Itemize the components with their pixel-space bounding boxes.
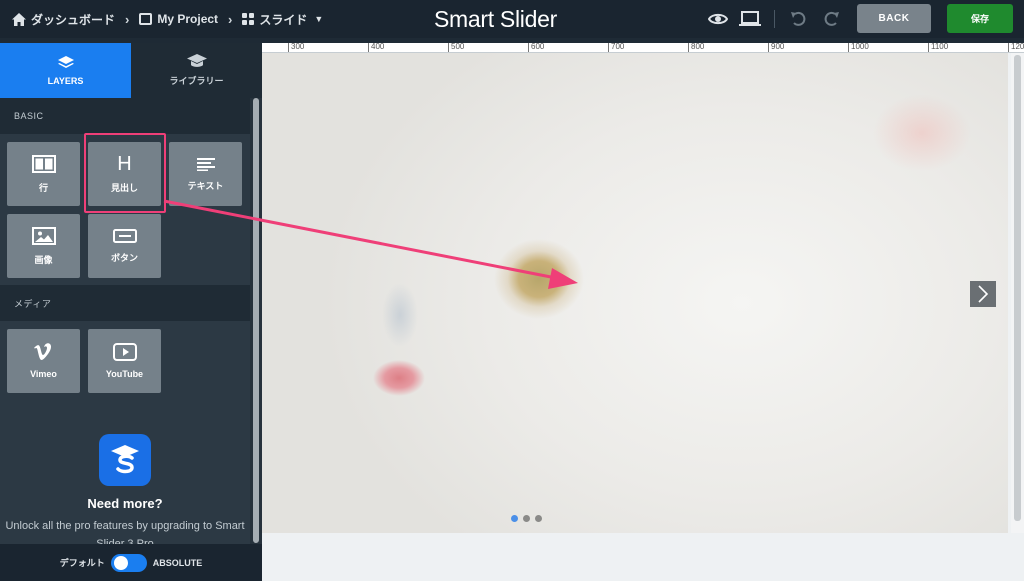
promo-title: Need more? <box>87 496 163 511</box>
ruler-tick: 600 <box>528 43 544 52</box>
chevron-right-icon: › <box>228 11 233 27</box>
breadcrumb-slide-label: スライド <box>259 12 308 27</box>
layer-tile-youtube-label: YouTube <box>105 369 144 379</box>
layers-icon <box>57 55 74 68</box>
slide-background-image[interactable] <box>262 53 1008 533</box>
ruler-tick: 900 <box>768 43 784 52</box>
ruler-tick: 1200 <box>1008 43 1024 52</box>
chevron-right-icon: › <box>125 11 130 27</box>
slider-next-arrow[interactable] <box>970 281 996 307</box>
ruler-tick: 700 <box>608 43 624 52</box>
save-button[interactable]: 保存 <box>947 4 1013 33</box>
breadcrumb-dashboard[interactable]: ダッシュボード <box>12 11 115 28</box>
caret-down-icon: ▼ <box>314 14 324 24</box>
layer-tile-button-label: ボタン <box>110 252 138 263</box>
image-icon <box>139 13 153 25</box>
toggle-absolute-label: ABSOLUTE <box>152 557 203 568</box>
toggle-default-label: デフォルト <box>59 558 105 568</box>
slider-bullet-2[interactable] <box>523 515 530 522</box>
ruler-tick: 1000 <box>848 43 869 52</box>
breadcrumb-slide[interactable]: スライド ▼ <box>242 11 323 28</box>
grid-icon <box>242 13 255 25</box>
back-button[interactable]: BACK <box>857 4 931 33</box>
layer-tile-button[interactable]: ボタン <box>88 214 161 278</box>
top-bar: ダッシュボード › My Project › スライド ▼ Smart Slid… <box>0 0 1024 38</box>
vimeo-icon <box>33 343 51 360</box>
ruler-tick: 500 <box>448 43 464 52</box>
graduation-cap-icon <box>186 54 207 67</box>
ruler-tick: 300 <box>288 43 304 52</box>
canvas-scroll-thumb[interactable] <box>1014 55 1021 521</box>
editor-canvas: 300 400 500 600 700 800 900 1000 1100 12… <box>262 43 1024 581</box>
section-heading-basic: BASIC <box>0 98 250 134</box>
logo-text: Smart Slider <box>434 5 557 32</box>
row-icon <box>31 154 56 173</box>
home-icon <box>12 12 26 26</box>
tab-layers[interactable]: LAYERS <box>0 43 131 98</box>
redo-icon <box>824 11 839 26</box>
smart-slider-pro-logo <box>99 434 151 486</box>
button-icon <box>112 228 137 243</box>
ruler-tick: 800 <box>688 43 704 52</box>
device-button[interactable] <box>736 5 764 33</box>
breadcrumb-dashboard-label: ダッシュボード <box>31 12 116 27</box>
toolbar <box>704 0 849 38</box>
image-icon <box>31 226 56 245</box>
laptop-icon <box>739 11 761 26</box>
text-icon <box>196 157 215 171</box>
horizontal-ruler: 300 400 500 600 700 800 900 1000 1100 12… <box>262 43 1024 53</box>
graduation-s-icon <box>111 445 139 474</box>
tab-library-label: ライブラリー <box>169 76 224 86</box>
breadcrumb: ダッシュボード › My Project › スライド ▼ <box>12 0 323 38</box>
layer-tile-text-label: テキスト <box>187 180 224 191</box>
layer-tile-vimeo[interactable]: Vimeo <box>7 329 80 393</box>
layer-tile-youtube[interactable]: YouTube <box>88 329 161 393</box>
ruler-tick: 1100 <box>928 43 948 52</box>
slider-bullet-1[interactable] <box>511 515 518 522</box>
tab-layers-label: LAYERS <box>47 75 84 86</box>
undo-button[interactable] <box>785 5 813 33</box>
ruler-tick: 400 <box>368 43 384 52</box>
layer-tile-row[interactable]: 行 <box>7 142 80 206</box>
layer-tile-text[interactable]: テキスト <box>169 142 242 206</box>
redo-button[interactable] <box>817 5 845 33</box>
sidebar-tabs: LAYERS ライブラリー <box>0 43 262 98</box>
layer-tile-image[interactable]: 画像 <box>7 214 80 278</box>
breadcrumb-project[interactable]: My Project <box>139 12 218 26</box>
eye-icon <box>708 13 728 25</box>
toggle-knob <box>113 555 128 570</box>
layer-tile-image-label: 画像 <box>34 254 53 265</box>
highlight-box-heading <box>84 133 166 213</box>
layers-sidebar: LAYERS ライブラリー BASIC 行 H 見出し テキスト 画像 ボタン … <box>0 43 262 581</box>
toolbar-divider <box>774 10 775 28</box>
section-heading-media: メディア <box>0 285 250 321</box>
layer-tile-row-label: 行 <box>38 182 48 193</box>
slider-bullet-3[interactable] <box>535 515 542 522</box>
layer-tile-vimeo-label: Vimeo <box>30 369 57 379</box>
tab-library[interactable]: ライブラリー <box>131 43 262 98</box>
positioning-toggle-bar: デフォルト ABSOLUTE <box>0 544 262 581</box>
smart-slider-logo: Smart Slider <box>434 4 574 34</box>
chevron-right-icon <box>978 285 989 303</box>
slider-bullets <box>511 515 542 522</box>
undo-icon <box>791 11 806 26</box>
preview-button[interactable] <box>704 5 732 33</box>
position-mode-toggle[interactable] <box>110 553 147 572</box>
breadcrumb-project-label: My Project <box>157 12 219 26</box>
sidebar-scroll-thumb[interactable] <box>253 98 259 543</box>
youtube-icon <box>112 343 137 361</box>
